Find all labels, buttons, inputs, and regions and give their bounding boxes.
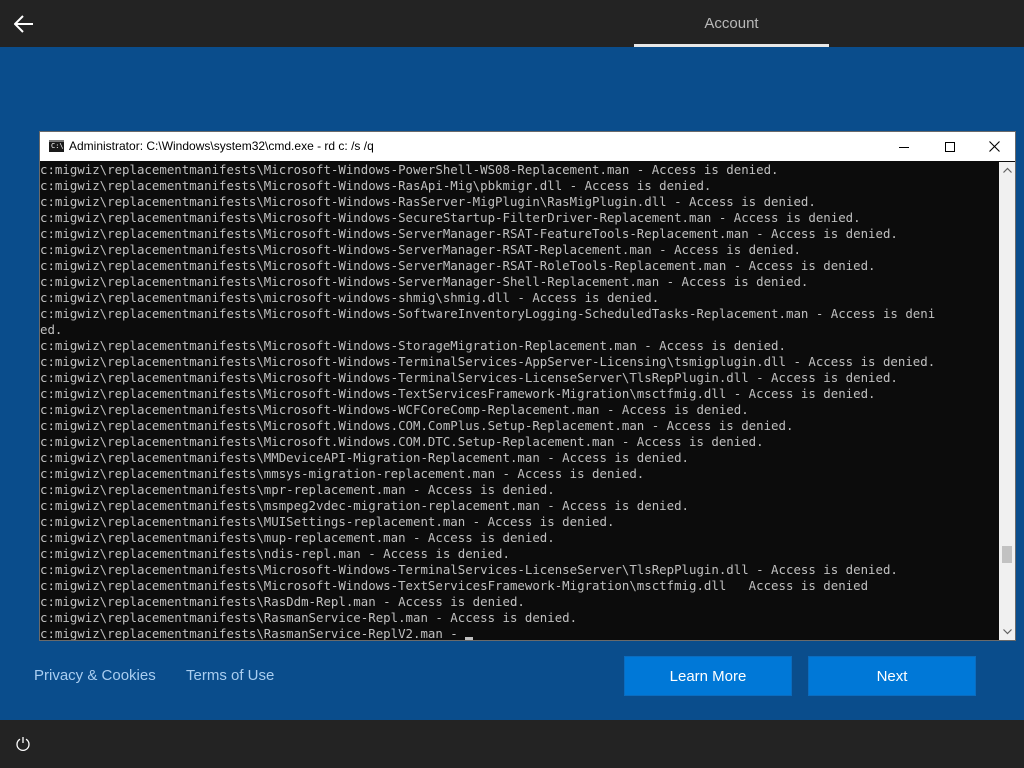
- next-button[interactable]: Next: [808, 656, 976, 696]
- console-line: c:migwiz\replacementmanifests\microsoft-…: [40, 290, 660, 305]
- console-last-line: c:migwiz\replacementmanifests\RasmanServ…: [40, 626, 998, 640]
- console-line: c:migwiz\replacementmanifests\Microsoft-…: [40, 402, 749, 417]
- console-line: c:migwiz\replacementmanifests\mpr-replac…: [40, 482, 555, 497]
- top-bar: Account: [0, 0, 1024, 47]
- tab-account[interactable]: Account: [634, 0, 829, 47]
- cmd-window[interactable]: C:\ Administrator: C:\Windows\system32\c…: [39, 131, 1016, 641]
- scroll-up-button[interactable]: [999, 163, 1015, 177]
- console-line: c:migwiz\replacementmanifests\MUISetting…: [40, 514, 615, 529]
- minimize-button[interactable]: [881, 132, 927, 161]
- console-line: c:migwiz\replacementmanifests\RasmanServ…: [40, 610, 578, 625]
- console-line: c:migwiz\replacementmanifests\MMDeviceAP…: [40, 450, 690, 465]
- minimize-icon: [899, 146, 909, 148]
- maximize-button[interactable]: [927, 132, 973, 161]
- console-line: c:migwiz\replacementmanifests\Microsoft-…: [40, 226, 898, 241]
- console-line: c:migwiz\replacementmanifests\Microsoft-…: [40, 386, 876, 401]
- console-line: c:migwiz\replacementmanifests\Microsoft-…: [40, 306, 936, 321]
- console-line: c:migwiz\replacementmanifests\Microsoft-…: [40, 242, 801, 257]
- bottom-bar: [0, 720, 1024, 768]
- console-line-text: c:migwiz\replacementmanifests\RasmanServ…: [40, 626, 466, 640]
- back-button[interactable]: [10, 10, 38, 38]
- console-line: c:migwiz\replacementmanifests\RasDdm-Rep…: [40, 594, 525, 609]
- cmd-output[interactable]: c:migwiz\replacementmanifests\Microsoft-…: [40, 162, 998, 640]
- console-line: c:migwiz\replacementmanifests\Microsoft-…: [40, 162, 779, 177]
- console-line: c:migwiz\replacementmanifests\Microsoft-…: [40, 562, 898, 577]
- console-line: c:migwiz\replacementmanifests\Microsoft-…: [40, 370, 898, 385]
- console-line: c:migwiz\replacementmanifests\Microsoft-…: [40, 258, 876, 273]
- console-line: ed.: [40, 322, 63, 337]
- vertical-scrollbar[interactable]: [999, 162, 1015, 640]
- power-button[interactable]: [12, 733, 34, 755]
- console-line: c:migwiz\replacementmanifests\Microsoft-…: [40, 338, 786, 353]
- console-line: c:migwiz\replacementmanifests\Microsoft-…: [40, 354, 936, 369]
- console-line: c:migwiz\replacementmanifests\Microsoft-…: [40, 210, 861, 225]
- learn-more-button[interactable]: Learn More: [624, 656, 792, 696]
- console-line: c:migwiz\replacementmanifests\msmpeg2vde…: [40, 498, 690, 513]
- console-line: c:migwiz\replacementmanifests\mup-replac…: [40, 530, 555, 545]
- cmd-titlebar[interactable]: C:\ Administrator: C:\Windows\system32\c…: [40, 132, 1015, 161]
- console-line: c:migwiz\replacementmanifests\mmsys-migr…: [40, 466, 645, 481]
- scroll-down-button[interactable]: [999, 625, 1015, 639]
- console-line: c:migwiz\replacementmanifests\Microsoft.…: [40, 418, 794, 433]
- scroll-thumb[interactable]: [1002, 546, 1012, 563]
- power-icon: [16, 737, 30, 752]
- back-arrow-icon: [14, 15, 33, 33]
- cmd-window-title: Administrator: C:\Windows\system32\cmd.e…: [69, 139, 374, 153]
- console-line: c:migwiz\replacementmanifests\Microsoft-…: [40, 274, 809, 289]
- chevron-down-icon: [1002, 629, 1012, 635]
- maximize-icon: [945, 141, 955, 152]
- console-line: c:migwiz\replacementmanifests\Microsoft-…: [40, 194, 816, 209]
- console-line: c:migwiz\replacementmanifests\Microsoft.…: [40, 434, 764, 449]
- console-line: c:migwiz\replacementmanifests\ndis-repl.…: [40, 546, 510, 561]
- terms-of-use-link[interactable]: Terms of Use: [186, 662, 274, 690]
- close-icon: [988, 141, 1000, 152]
- console-line: c:migwiz\replacementmanifests\Microsoft-…: [40, 578, 869, 593]
- privacy-cookies-link[interactable]: Privacy & Cookies: [34, 662, 156, 690]
- close-button[interactable]: [971, 132, 1017, 161]
- text-cursor: [465, 637, 474, 640]
- chevron-up-icon: [1002, 167, 1012, 173]
- command-prompt-icon: C:\: [49, 140, 64, 152]
- console-line: c:migwiz\replacementmanifests\Microsoft-…: [40, 178, 712, 193]
